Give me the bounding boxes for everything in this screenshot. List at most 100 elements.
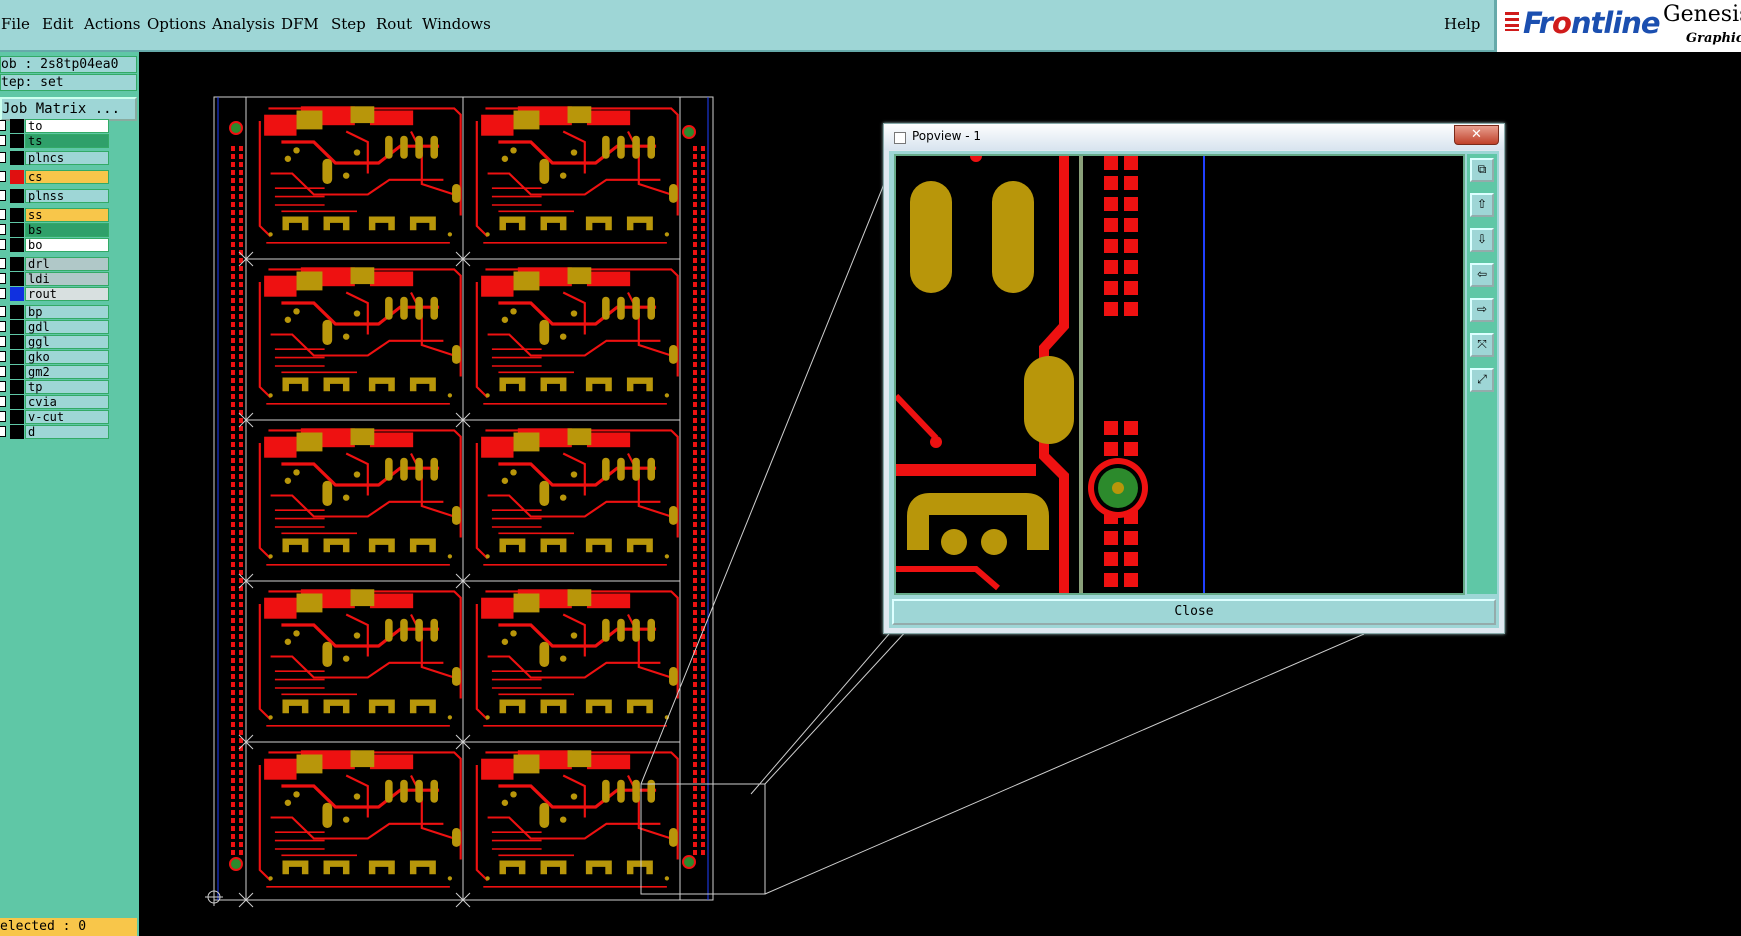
layer-checkbox[interactable]	[0, 351, 6, 362]
close-button[interactable]: Close	[892, 599, 1496, 625]
menu-edit[interactable]: Edit	[42, 15, 73, 33]
layer-row-cs[interactable]: cs	[0, 170, 110, 184]
layer-color-swatch[interactable]	[10, 272, 24, 286]
layer-checkbox[interactable]	[0, 239, 6, 250]
layer-checkbox[interactable]	[0, 120, 6, 131]
layer-color-swatch[interactable]	[10, 208, 24, 222]
layer-row-cvia[interactable]: cvia	[0, 395, 110, 409]
layer-color-swatch[interactable]	[10, 287, 24, 301]
layer-color-swatch[interactable]	[10, 410, 24, 424]
layer-checkbox[interactable]	[0, 396, 6, 407]
close-icon[interactable]: ✕	[1454, 125, 1499, 145]
layer-name[interactable]: ggl	[25, 335, 109, 349]
layer-name[interactable]: gm2	[25, 365, 109, 379]
job-matrix-button[interactable]: Job Matrix ...	[0, 97, 137, 121]
layer-checkbox[interactable]	[0, 411, 6, 422]
zoom-fit-icon[interactable]: ⧉	[1470, 158, 1494, 182]
layer-row-drl[interactable]: drl	[0, 257, 110, 271]
layer-checkbox[interactable]	[0, 426, 6, 437]
move-down-icon[interactable]: ⇩	[1470, 228, 1494, 252]
zoom-in-icon[interactable]: ⤢	[1470, 368, 1494, 392]
layer-color-swatch[interactable]	[10, 170, 24, 184]
layer-checkbox[interactable]	[0, 273, 6, 284]
layer-name[interactable]: ss	[25, 208, 109, 222]
layer-name[interactable]: d	[25, 425, 109, 439]
layer-row-bs[interactable]: bs	[0, 223, 110, 237]
layer-color-swatch[interactable]	[10, 189, 24, 203]
layer-color-swatch[interactable]	[10, 305, 24, 319]
layer-name[interactable]: ldi	[25, 272, 109, 286]
layer-color-swatch[interactable]	[10, 320, 24, 334]
layer-color-swatch[interactable]	[10, 395, 24, 409]
layer-color-swatch[interactable]	[10, 350, 24, 364]
layer-checkbox[interactable]	[0, 366, 6, 377]
layer-row-ggl[interactable]: ggl	[0, 335, 110, 349]
layer-checkbox[interactable]	[0, 190, 6, 201]
layer-color-swatch[interactable]	[10, 151, 24, 165]
move-up-icon[interactable]: ⇧	[1470, 193, 1494, 217]
popview-viewport[interactable]	[894, 154, 1465, 595]
layer-name[interactable]: gdl	[25, 320, 109, 334]
layer-name[interactable]: bp	[25, 305, 109, 319]
layer-name[interactable]: drl	[25, 257, 109, 271]
layer-checkbox[interactable]	[0, 306, 6, 317]
zoom-out-icon[interactable]: ⤧	[1470, 333, 1494, 357]
layer-name[interactable]: ts	[25, 134, 109, 148]
layer-color-swatch[interactable]	[10, 380, 24, 394]
layer-checkbox[interactable]	[0, 152, 6, 163]
layer-row-to[interactable]: to	[0, 119, 110, 133]
layer-row-tp[interactable]: tp	[0, 380, 110, 394]
menu-rout[interactable]: Rout	[376, 15, 412, 33]
layer-color-swatch[interactable]	[10, 335, 24, 349]
move-left-icon[interactable]: ⇦	[1470, 263, 1494, 287]
layer-name[interactable]: cvia	[25, 395, 109, 409]
layer-row-gdl[interactable]: gdl	[0, 320, 110, 334]
layer-row-bp[interactable]: bp	[0, 305, 110, 319]
layer-row-d[interactable]: d	[0, 425, 110, 439]
layer-color-swatch[interactable]	[10, 238, 24, 252]
layer-name[interactable]: rout	[25, 287, 109, 301]
layer-checkbox[interactable]	[0, 288, 6, 299]
layer-name[interactable]: bo	[25, 238, 109, 252]
layer-checkbox[interactable]	[0, 171, 6, 182]
layer-row-v-cut[interactable]: v-cut	[0, 410, 110, 424]
layer-row-ts[interactable]: ts	[0, 134, 110, 148]
layer-row-rout[interactable]: rout	[0, 287, 110, 301]
layer-name[interactable]: gko	[25, 350, 109, 364]
layer-color-swatch[interactable]	[10, 223, 24, 237]
layer-row-ldi[interactable]: ldi	[0, 272, 110, 286]
menu-windows[interactable]: Windows	[422, 15, 491, 33]
menu-analysis[interactable]: Analysis	[212, 15, 275, 33]
layer-checkbox[interactable]	[0, 135, 6, 146]
layer-row-plncs[interactable]: plncs	[0, 151, 110, 165]
move-right-icon[interactable]: ⇨	[1470, 298, 1494, 322]
layer-checkbox[interactable]	[0, 381, 6, 392]
layer-checkbox[interactable]	[0, 336, 6, 347]
menu-help[interactable]: Help	[1444, 15, 1480, 33]
layer-color-swatch[interactable]	[10, 134, 24, 148]
menu-dfm[interactable]: DFM	[281, 15, 319, 33]
menu-options[interactable]: Options	[147, 15, 206, 33]
layer-row-ss[interactable]: ss	[0, 208, 110, 222]
layer-name[interactable]: plnss	[25, 189, 109, 203]
layer-color-swatch[interactable]	[10, 257, 24, 271]
menu-step[interactable]: Step	[331, 15, 366, 33]
layer-checkbox[interactable]	[0, 258, 6, 269]
layer-row-plnss[interactable]: plnss	[0, 189, 110, 203]
menu-actions[interactable]: Actions	[84, 15, 140, 33]
popview-title-bar[interactable]: Popview - 1 ✕	[884, 124, 1504, 150]
layer-name[interactable]: plncs	[25, 151, 109, 165]
layer-color-swatch[interactable]	[10, 425, 24, 439]
layer-checkbox[interactable]	[0, 224, 6, 235]
menu-file[interactable]: File	[1, 15, 30, 33]
layer-color-swatch[interactable]	[10, 119, 24, 133]
layer-row-bo[interactable]: bo	[0, 238, 110, 252]
layer-checkbox[interactable]	[0, 321, 6, 332]
layer-checkbox[interactable]	[0, 209, 6, 220]
layer-name[interactable]: v-cut	[25, 410, 109, 424]
layer-row-gko[interactable]: gko	[0, 350, 110, 364]
layer-name[interactable]: tp	[25, 380, 109, 394]
layer-name[interactable]: cs	[25, 170, 109, 184]
layer-name[interactable]: bs	[25, 223, 109, 237]
layer-row-gm2[interactable]: gm2	[0, 365, 110, 379]
